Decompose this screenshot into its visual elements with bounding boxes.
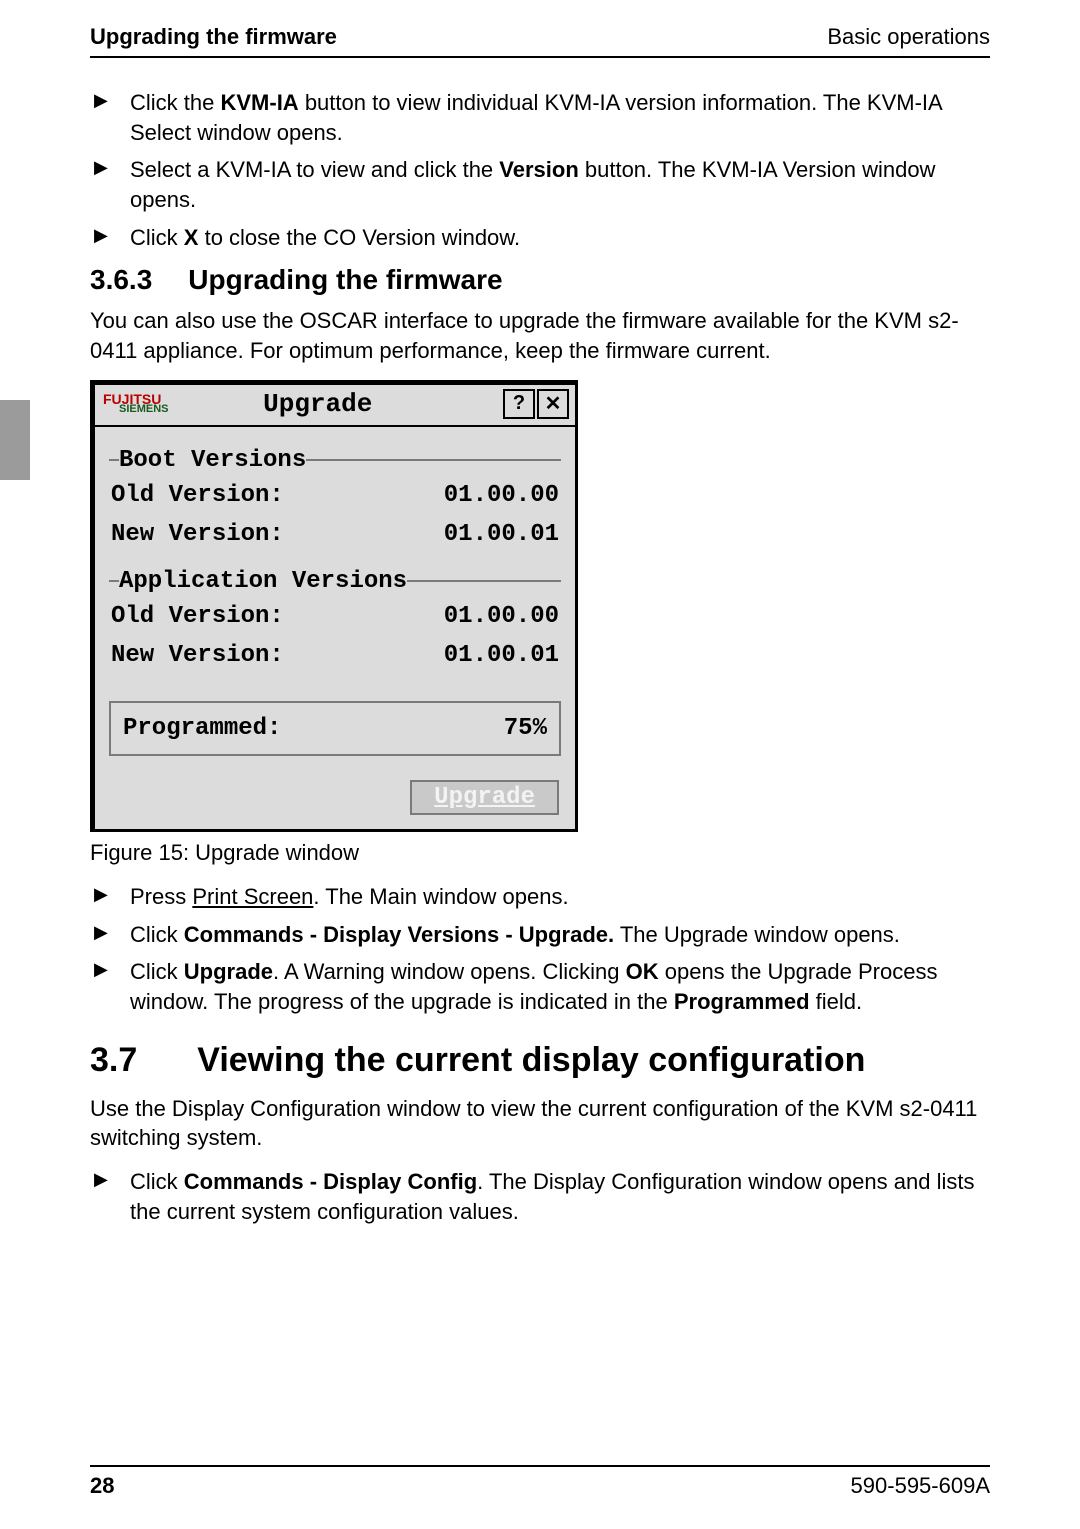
text: Click Upgrade. A Warning window opens. C…	[130, 959, 937, 1014]
content: ▶ Click the KVM-IA button to view indivi…	[90, 88, 990, 1465]
bullet-list-top: ▶ Click the KVM-IA button to view indivi…	[90, 88, 990, 252]
close-icon: ✕	[545, 391, 562, 416]
list-item: ▶ Click Upgrade. A Warning window opens.…	[90, 957, 990, 1016]
text: Click the KVM-IA button to view individu…	[130, 90, 941, 145]
list-item: ▶ Click the KVM-IA button to view indivi…	[90, 88, 990, 147]
application-versions-group: Application Versions	[109, 568, 561, 595]
doc-code: 590-595-609A	[851, 1473, 990, 1499]
arrow-icon: ▶	[94, 920, 108, 944]
upgrade-button-label: Upgrade	[434, 784, 535, 811]
subsection-heading: 3.6.3 Upgrading the firmware	[90, 264, 990, 296]
section-title: Upgrading the firmware	[188, 264, 502, 296]
button-row: Upgrade	[109, 756, 561, 819]
titlebar-buttons: ? ✕	[503, 389, 569, 419]
section-number: 3.6.3	[90, 264, 152, 296]
programmed-box: Programmed: 75%	[109, 701, 561, 756]
close-button[interactable]: ✕	[537, 389, 569, 419]
bullet-list-after: ▶ Press Print Screen. The Main window op…	[90, 882, 990, 1017]
upgrade-button[interactable]: Upgrade	[410, 780, 559, 815]
bullet-list-37: ▶ Click Commands - Display Config. The D…	[90, 1167, 990, 1226]
arrow-icon: ▶	[94, 882, 108, 906]
list-item: ▶ Click Commands - Display Config. The D…	[90, 1167, 990, 1226]
text: Click Commands - Display Versions - Upgr…	[130, 922, 900, 947]
arrow-icon: ▶	[94, 1167, 108, 1191]
help-icon: ?	[513, 392, 525, 415]
label: Old Version:	[111, 603, 284, 630]
figure-caption: Figure 15: Upgrade window	[90, 840, 990, 866]
running-footer: 28 590-595-609A	[90, 1465, 990, 1499]
list-item: ▶ Click Commands - Display Versions - Up…	[90, 920, 990, 950]
label: New Version:	[111, 521, 284, 548]
header-left: Upgrading the firmware	[90, 24, 337, 50]
list-item: ▶ Press Print Screen. The Main window op…	[90, 882, 990, 912]
programmed-value: 75%	[504, 715, 547, 742]
page: Upgrading the firmware Basic operations …	[0, 0, 1080, 1529]
side-tab	[0, 400, 30, 480]
programmed-label: Programmed:	[123, 715, 281, 742]
group-label: Application Versions	[119, 568, 407, 595]
boot-old-row: Old Version: 01.00.00	[109, 474, 561, 513]
boot-versions-group: Boot Versions	[109, 447, 561, 474]
app-old-row: Old Version: 01.00.00	[109, 595, 561, 634]
fujitsu-siemens-logo: FUJITSUSIEMENS	[103, 393, 169, 415]
upgrade-window: FUJITSUSIEMENS Upgrade ? ✕ Boot Versions…	[90, 380, 578, 832]
section-heading: 3.7 Viewing the current display configur…	[90, 1041, 990, 1080]
value: 01.00.01	[444, 642, 559, 669]
value: 01.00.00	[444, 603, 559, 630]
section-number: 3.7	[90, 1041, 137, 1080]
value: 01.00.01	[444, 521, 559, 548]
label: New Version:	[111, 642, 284, 669]
boot-new-row: New Version: 01.00.01	[109, 513, 561, 552]
window-body: Boot Versions Old Version: 01.00.00 New …	[95, 427, 575, 829]
app-new-row: New Version: 01.00.01	[109, 634, 561, 673]
header-right: Basic operations	[827, 24, 990, 50]
window-titlebar: FUJITSUSIEMENS Upgrade ? ✕	[95, 385, 575, 427]
help-button[interactable]: ?	[503, 389, 535, 419]
text: Click X to close the CO Version window.	[130, 225, 520, 250]
label: Old Version:	[111, 482, 284, 509]
page-number: 28	[90, 1473, 114, 1499]
arrow-icon: ▶	[94, 88, 108, 112]
running-header: Upgrading the firmware Basic operations	[90, 24, 990, 58]
group-label: Boot Versions	[119, 447, 306, 474]
text: Press Print Screen. The Main window open…	[130, 884, 569, 909]
arrow-icon: ▶	[94, 155, 108, 179]
text: Select a KVM-IA to view and click the Ve…	[130, 157, 935, 212]
paragraph: Use the Display Configuration window to …	[90, 1094, 990, 1153]
list-item: ▶ Click X to close the CO Version window…	[90, 223, 990, 253]
text: Click Commands - Display Config. The Dis…	[130, 1169, 974, 1224]
window-title: Upgrade	[263, 389, 372, 419]
value: 01.00.00	[444, 482, 559, 509]
paragraph: You can also use the OSCAR interface to …	[90, 306, 990, 365]
list-item: ▶ Select a KVM-IA to view and click the …	[90, 155, 990, 214]
arrow-icon: ▶	[94, 957, 108, 981]
arrow-icon: ▶	[94, 223, 108, 247]
section-title: Viewing the current display configuratio…	[197, 1041, 865, 1080]
